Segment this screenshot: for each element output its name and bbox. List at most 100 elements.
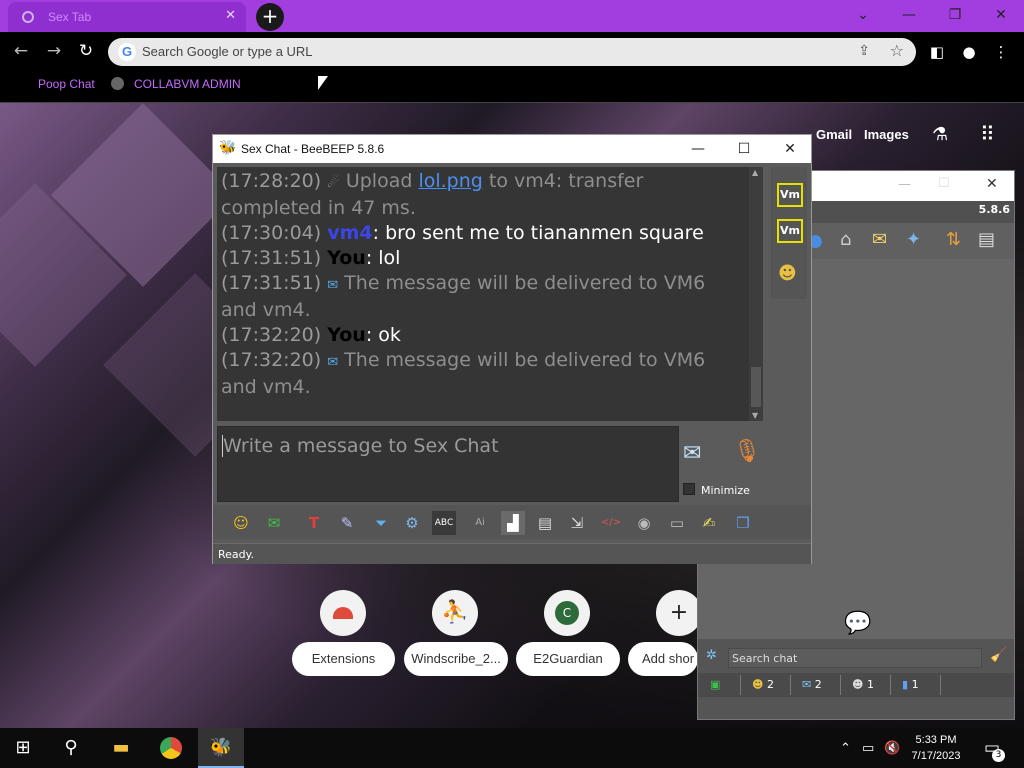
file-link[interactable]: lol.png	[418, 170, 482, 192]
member-vm-button[interactable]: Vm	[777, 219, 803, 243]
search-icon[interactable]: ⚲	[48, 728, 94, 768]
beebeep-bee-icon: 🐝	[219, 140, 237, 156]
save-chat-icon[interactable]: ▟	[501, 511, 525, 535]
word-complete-icon[interactable]: Ai	[468, 511, 492, 535]
bg-tab-files[interactable]: ▮ 1	[892, 675, 941, 695]
back-arrow-icon[interactable]: ←	[10, 40, 32, 62]
volume-muted-icon[interactable]: 🔇	[884, 741, 900, 756]
chat-message: (17:32:20) ✉ The message will be deliver…	[221, 349, 706, 398]
bookmark-collabvm-admin[interactable]: COLLABVM ADMIN	[134, 77, 241, 91]
sender-name: You	[327, 324, 366, 346]
envelope-icon: ✉	[327, 278, 339, 293]
forward-arrow-icon[interactable]: →	[43, 40, 65, 62]
bg-tab-groups[interactable]: ☻ 1	[842, 675, 891, 695]
bg-tab-home[interactable]: ▣	[702, 675, 741, 695]
windscribe-icon[interactable]: ⛹	[432, 590, 478, 636]
plus-icon[interactable]: +	[656, 590, 702, 636]
chat-bubbles-icon: 💬	[844, 611, 872, 636]
write-message-icon[interactable]: ✉	[872, 229, 887, 250]
minimize-window-button[interactable]: —	[886, 0, 932, 30]
chat-maximize-button[interactable]: ☐	[731, 139, 757, 159]
bg-maximize-icon[interactable]: ☐	[938, 176, 950, 191]
clock[interactable]: 5:33 PM 7/17/2023	[906, 732, 966, 764]
scrollbar-thumb[interactable]	[751, 367, 761, 407]
emoticon-icon[interactable]: ☺	[229, 511, 253, 535]
google-g-icon: G	[118, 43, 136, 61]
font-icon[interactable]: T	[302, 511, 326, 535]
bg-close-icon[interactable]: ✕	[986, 176, 998, 192]
sender-name: vm4	[327, 222, 373, 244]
html-code-icon[interactable]: </>	[599, 511, 623, 535]
apps-grid-icon[interactable]: ⠿	[980, 122, 995, 146]
settings-icon[interactable]: ⚙	[400, 511, 424, 535]
file-explorer-icon[interactable]: ▬	[98, 728, 144, 768]
minimize-checkbox[interactable]: Minimize	[683, 483, 750, 497]
bookmark-poop-chat[interactable]: Poop Chat	[38, 77, 95, 91]
browser-tab[interactable]: Sex Tab ✕	[8, 2, 246, 32]
move-icon[interactable]: ⇲	[565, 511, 589, 535]
filter-icon[interactable]: ⏷	[369, 511, 393, 535]
member-vm-button[interactable]: Vm	[777, 183, 803, 207]
chat-minimize-button[interactable]: —	[685, 139, 711, 159]
chat-message: (17:31:51) You: lol	[221, 247, 401, 269]
copy-icon[interactable]: ▤	[533, 511, 557, 535]
home-icon[interactable]: ⌂	[840, 229, 851, 250]
bg-minimize-icon[interactable]: —	[898, 177, 911, 192]
chat-window-title: Sex Chat - BeeBEEP 5.8.6	[241, 142, 385, 156]
address-bar[interactable]: G Search Google or type a URL ⇪ ☆	[108, 38, 916, 66]
bookmark-star-icon[interactable]: ☆	[890, 41, 904, 60]
chat-window-titlebar[interactable]: 🐝 Sex Chat - BeeBEEP 5.8.6 — ☐ ✕	[213, 135, 811, 163]
tab-close-icon[interactable]: ✕	[225, 8, 236, 23]
shortcut-extensions[interactable]: Extensions	[292, 642, 395, 676]
shortcut-windscribe[interactable]: Windscribe_2...	[404, 642, 508, 676]
windows-start-icon[interactable]: ⊞	[0, 728, 46, 768]
chrome-web-store-icon[interactable]	[320, 590, 366, 636]
tray-chevron-icon[interactable]: ⌃	[840, 741, 851, 756]
reload-icon[interactable]: ↻	[75, 40, 97, 62]
screenshot-icon[interactable]: ▭	[665, 511, 689, 535]
tab-search-chevron-icon[interactable]: ⌄	[840, 0, 886, 30]
network-tray-icon[interactable]: ▭	[862, 741, 874, 756]
microphone-icon[interactable]: 🎙	[733, 439, 761, 464]
bg-version-label: 5.8.6	[978, 203, 1010, 216]
message-input[interactable]: Write a message to Sex Chat	[217, 426, 679, 502]
profile-icon[interactable]: ●	[959, 42, 979, 62]
new-tab-button[interactable]: +	[256, 3, 284, 31]
tools-icon[interactable]: ✦	[906, 229, 921, 250]
search-chat-input[interactable]: Search chat	[728, 648, 982, 668]
message-placeholder: Write a message to Sex Chat	[223, 435, 499, 457]
close-window-button[interactable]: ✕	[978, 0, 1024, 30]
labs-flask-icon[interactable]: ⚗	[932, 124, 948, 145]
shortcut-add[interactable]: Add shor	[628, 642, 698, 676]
c-letter-icon[interactable]: C	[544, 590, 590, 636]
transfer-icon[interactable]: ⇅	[946, 229, 961, 250]
chat-close-button[interactable]: ✕	[777, 139, 803, 159]
window-icon[interactable]: ❒	[731, 511, 755, 535]
send-file-icon[interactable]: ✉	[262, 511, 286, 535]
images-link[interactable]: Images	[864, 127, 909, 142]
chat-log[interactable]: (17:28:20) ☄ Upload lol.png to vm4: tran…	[217, 167, 749, 421]
share-icon[interactable]: ⇪	[858, 43, 870, 59]
clipboard-icon[interactable]: ▤	[978, 229, 995, 250]
clear-search-broom-icon[interactable]: 🧹	[990, 647, 1007, 663]
beebeep-taskbar-icon[interactable]: 🐝	[198, 728, 244, 768]
spellcheck-icon[interactable]: ABC	[432, 511, 456, 535]
chat-window[interactable]: 🐝 Sex Chat - BeeBEEP 5.8.6 — ☐ ✕ (17:28:…	[212, 134, 812, 564]
side-panel-icon[interactable]: ◧	[927, 42, 947, 62]
color-icon[interactable]: ✎	[335, 511, 359, 535]
send-message-icon[interactable]: ✉	[683, 441, 701, 466]
clock-icon[interactable]: ◉	[632, 511, 656, 535]
shortcut-e2guardian[interactable]: E2Guardian	[516, 642, 620, 676]
bg-tab-chats[interactable]: ✉ 2	[792, 675, 841, 695]
bg-tab-users[interactable]: ☻ 2	[742, 675, 791, 695]
restore-window-button[interactable]: ❐	[932, 0, 978, 30]
chrome-icon[interactable]	[148, 728, 194, 768]
gmail-link[interactable]: Gmail	[816, 127, 852, 142]
chat-message: (17:30:04) vm4: bro sent me to tiananmen…	[221, 222, 704, 244]
notes-icon[interactable]: ✍	[697, 511, 721, 535]
add-members-icon[interactable]: ☻	[778, 263, 797, 284]
globe-icon	[111, 77, 124, 90]
tab-title: Sex Tab	[48, 10, 92, 24]
chat-scrollbar[interactable]: ▲ ▼	[749, 167, 763, 421]
menu-kebab-icon[interactable]: ⋮	[991, 42, 1011, 62]
